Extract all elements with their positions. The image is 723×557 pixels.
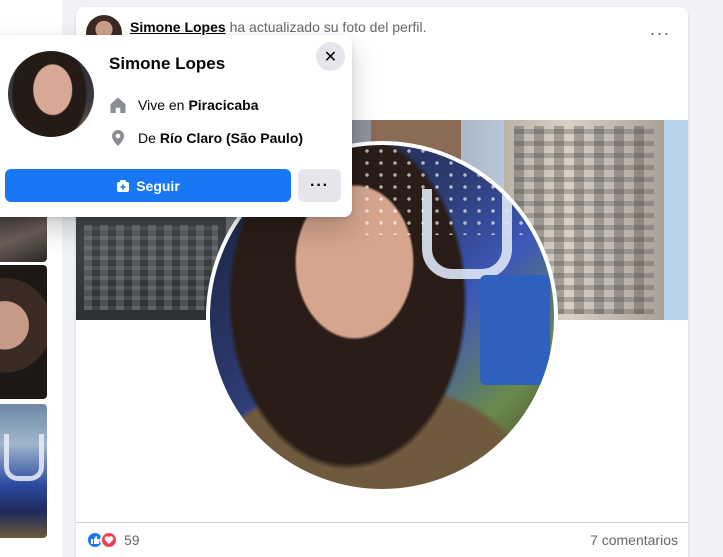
left-photo-thumbnail[interactable] (0, 404, 47, 538)
profile-hovercard: Simone Lopes ✕ Vive en Piracicaba De Río… (0, 35, 352, 217)
location-pin-icon (109, 129, 127, 147)
author-name-link[interactable]: Simone Lopes (130, 19, 226, 35)
hovercard-avatar[interactable] (8, 51, 94, 137)
hovercard-from: De Río Claro (São Paulo) (109, 129, 303, 147)
home-icon (109, 96, 127, 114)
follow-button[interactable]: Seguir (5, 169, 291, 202)
from-place[interactable]: Río Claro (São Paulo) (160, 130, 303, 146)
follow-icon (116, 179, 130, 193)
love-icon (100, 531, 118, 549)
left-photo-thumbnail[interactable] (0, 265, 47, 399)
close-icon[interactable]: ✕ (316, 42, 345, 71)
lives-in-prefix: Vive en (138, 97, 185, 113)
cover-building-left (76, 215, 226, 320)
profile-picture-letters (422, 189, 512, 279)
from-prefix: De (138, 130, 156, 146)
cover-sky (664, 120, 688, 320)
lives-in-place[interactable]: Piracicaba (188, 97, 258, 113)
hovercard-name[interactable]: Simone Lopes (109, 54, 225, 74)
post-footer: 59 7 comentarios (76, 522, 688, 557)
reaction-count: 59 (124, 532, 140, 548)
hovercard-more-button[interactable]: ··· (298, 169, 341, 202)
post-action-text: ha actualizado su foto del perfil. (229, 19, 427, 35)
hovercard-lives-in: Vive en Piracicaba (109, 96, 259, 114)
reactions-summary[interactable]: 59 (86, 531, 140, 549)
profile-picture-sign (480, 275, 550, 385)
post-title: Simone Lopes ha actualizado su foto del … (130, 19, 426, 35)
follow-button-label: Seguir (136, 177, 180, 194)
post-more-options-button[interactable]: ··· (648, 23, 672, 43)
comments-count-link[interactable]: 7 comentarios (590, 532, 678, 548)
left-photo-thumbnail[interactable] (0, 210, 47, 262)
